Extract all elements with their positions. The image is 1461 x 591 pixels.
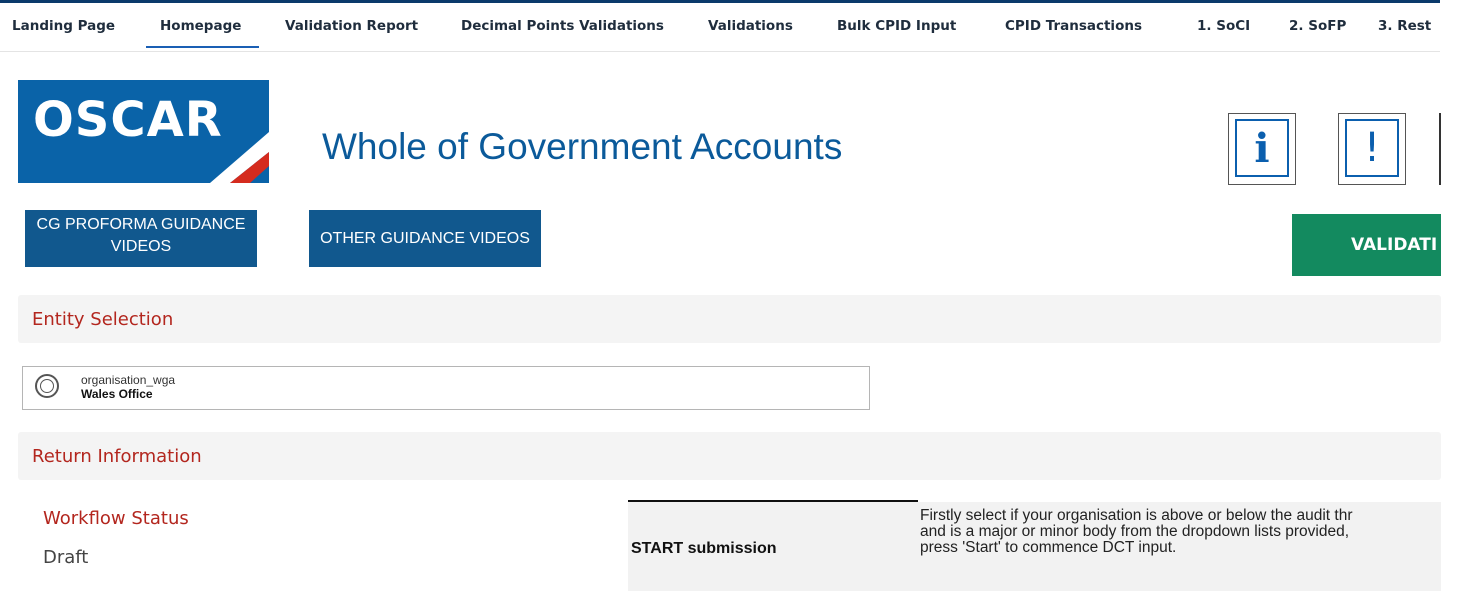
- info-button[interactable]: i: [1228, 113, 1296, 185]
- tab-validation-report[interactable]: Validation Report: [285, 18, 418, 34]
- tab-decimal-points-validations[interactable]: Decimal Points Validations: [461, 18, 664, 34]
- tab-cpid-transactions[interactable]: CPID Transactions: [1005, 18, 1142, 34]
- return-information-header: Return Information: [18, 432, 1441, 480]
- start-submission-row: START submission Firstly select if your …: [628, 502, 1441, 591]
- workflow-status-value: Draft: [43, 547, 89, 568]
- other-guidance-videos-button[interactable]: OTHER GUIDANCE VIDEOS: [309, 210, 541, 267]
- alert-frame: !: [1345, 119, 1399, 177]
- radio-icon[interactable]: [35, 374, 59, 398]
- start-submission-description: Firstly select if your organisation is a…: [920, 508, 1441, 556]
- tab-soci[interactable]: 1. SoCI: [1197, 18, 1250, 34]
- desc-line: Firstly select if your organisation is a…: [920, 507, 1353, 524]
- tab-homepage[interactable]: Homepage: [145, 18, 260, 48]
- validate-button[interactable]: VALIDATI: [1292, 214, 1441, 276]
- entity-value: Wales Office: [81, 387, 153, 401]
- cg-proforma-guidance-videos-button[interactable]: CG PROFORMA GUIDANCE VIDEOS: [25, 210, 257, 267]
- cg-videos-line1: CG PROFORMA GUIDANCE: [36, 216, 246, 233]
- info-icon: i: [1254, 125, 1270, 172]
- tab-validations[interactable]: Validations: [708, 18, 793, 34]
- start-submission-label: START submission: [631, 540, 777, 557]
- other-videos-label: OTHER GUIDANCE VIDEOS: [320, 230, 530, 247]
- icon-box-edge: [1439, 113, 1441, 185]
- entity-field-label: organisation_wga: [81, 373, 176, 387]
- tab-bulk-cpid-input[interactable]: Bulk CPID Input: [837, 18, 956, 34]
- cg-videos-line2: VIDEOS: [110, 238, 172, 255]
- desc-line: and is a major or minor body from the dr…: [920, 523, 1350, 540]
- entity-option-card[interactable]: organisation_wga Wales Office: [22, 366, 870, 410]
- tab-landing-page[interactable]: Landing Page: [12, 18, 115, 34]
- desc-line: press 'Start' to commence DCT input.: [920, 539, 1177, 556]
- entity-selection-title: Entity Selection: [32, 309, 174, 330]
- validate-label: VALIDATI: [1351, 235, 1438, 255]
- alert-button[interactable]: !: [1338, 113, 1406, 185]
- logo-stripes: [210, 132, 269, 183]
- entity-selection-header: Entity Selection: [18, 295, 1441, 343]
- return-information-title: Return Information: [32, 446, 202, 467]
- tab-bar: Landing Page Homepage Validation Report …: [0, 3, 1440, 52]
- tab-rest[interactable]: 3. Rest: [1378, 18, 1431, 34]
- page-title: Whole of Government Accounts: [322, 126, 843, 167]
- oscar-logo: OSCAR: [18, 80, 269, 183]
- info-frame: i: [1235, 119, 1289, 177]
- workflow-status-label: Workflow Status: [43, 508, 189, 529]
- tab-sofp[interactable]: 2. SoFP: [1289, 18, 1346, 34]
- exclamation-icon: !: [1363, 125, 1381, 171]
